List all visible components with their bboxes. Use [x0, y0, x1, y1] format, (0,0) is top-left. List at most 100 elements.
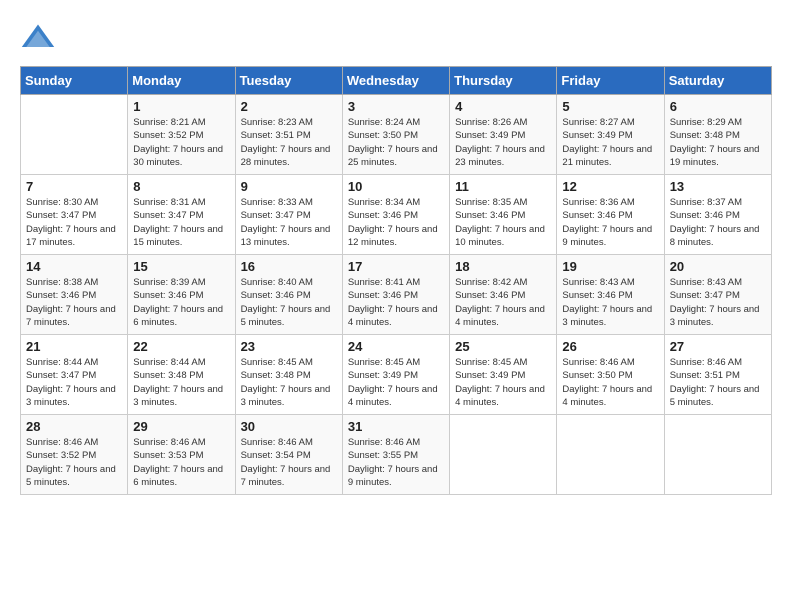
day-info: Sunrise: 8:39 AM Sunset: 3:46 PM Dayligh… [133, 276, 229, 329]
calendar-cell: 5 Sunrise: 8:27 AM Sunset: 3:49 PM Daylig… [557, 95, 664, 175]
calendar-cell: 27Sunrise: 8:46 AM Sunset: 3:51 PM Dayli… [664, 335, 771, 415]
day-number: 30 [241, 419, 337, 434]
day-number: 14 [26, 259, 122, 274]
calendar-week-row: 28 Sunrise: 8:46 AM Sunset: 3:52 PM Dayli… [21, 415, 772, 495]
day-info: Sunrise: 8:21 AM Sunset: 3:52 PM Dayligh… [133, 116, 229, 169]
calendar-cell: 24 Sunrise: 8:45 AM Sunset: 3:49 PM Dayli… [342, 335, 449, 415]
day-info: Sunrise: 8:46 AM Sunset: 3:52 PM Dayligh… [26, 436, 122, 489]
day-info: Sunrise: 8:45 AM Sunset: 3:48 PM Dayligh… [241, 356, 337, 409]
day-number: 25 [455, 339, 551, 354]
calendar-week-row: 1 Sunrise: 8:21 AM Sunset: 3:52 PM Daylig… [21, 95, 772, 175]
day-number: 6 [670, 99, 766, 114]
day-info: Sunrise: 8:31 AM Sunset: 3:47 PM Dayligh… [133, 196, 229, 249]
day-number: 19 [562, 259, 658, 274]
calendar-cell: 2 Sunrise: 8:23 AM Sunset: 3:51 PM Daylig… [235, 95, 342, 175]
day-info: Sunrise: 8:29 AM Sunset: 3:48 PM Dayligh… [670, 116, 766, 169]
calendar-cell: 10Sunrise: 8:34 AM Sunset: 3:46 PM Dayli… [342, 175, 449, 255]
calendar-cell: 23 Sunrise: 8:45 AM Sunset: 3:48 PM Dayli… [235, 335, 342, 415]
day-number: 16 [241, 259, 337, 274]
day-info: Sunrise: 8:44 AM Sunset: 3:47 PM Dayligh… [26, 356, 122, 409]
day-info: Sunrise: 8:43 AM Sunset: 3:47 PM Dayligh… [670, 276, 766, 329]
day-info: Sunrise: 8:30 AM Sunset: 3:47 PM Dayligh… [26, 196, 122, 249]
day-info: Sunrise: 8:46 AM Sunset: 3:53 PM Dayligh… [133, 436, 229, 489]
weekday-header-tuesday: Tuesday [235, 67, 342, 95]
day-number: 26 [562, 339, 658, 354]
day-info: Sunrise: 8:38 AM Sunset: 3:46 PM Dayligh… [26, 276, 122, 329]
day-info: Sunrise: 8:23 AM Sunset: 3:51 PM Dayligh… [241, 116, 337, 169]
calendar-cell: 21Sunrise: 8:44 AM Sunset: 3:47 PM Dayli… [21, 335, 128, 415]
day-number: 5 [562, 99, 658, 114]
calendar-cell: 11Sunrise: 8:35 AM Sunset: 3:46 PM Dayli… [450, 175, 557, 255]
calendar-cell: 8 Sunrise: 8:31 AM Sunset: 3:47 PM Daylig… [128, 175, 235, 255]
day-number: 22 [133, 339, 229, 354]
day-number: 11 [455, 179, 551, 194]
day-number: 20 [670, 259, 766, 274]
day-number: 24 [348, 339, 444, 354]
day-info: Sunrise: 8:40 AM Sunset: 3:46 PM Dayligh… [241, 276, 337, 329]
weekday-header-friday: Friday [557, 67, 664, 95]
calendar-cell [450, 415, 557, 495]
calendar-cell: 19 Sunrise: 8:43 AM Sunset: 3:46 PM Dayli… [557, 255, 664, 335]
day-number: 29 [133, 419, 229, 434]
day-info: Sunrise: 8:46 AM Sunset: 3:54 PM Dayligh… [241, 436, 337, 489]
weekday-header-saturday: Saturday [664, 67, 771, 95]
weekday-header-wednesday: Wednesday [342, 67, 449, 95]
calendar-week-row: 14 Sunrise: 8:38 AM Sunset: 3:46 PM Dayli… [21, 255, 772, 335]
day-info: Sunrise: 8:45 AM Sunset: 3:49 PM Dayligh… [348, 356, 444, 409]
calendar-cell: 1 Sunrise: 8:21 AM Sunset: 3:52 PM Daylig… [128, 95, 235, 175]
calendar-week-row: 21Sunrise: 8:44 AM Sunset: 3:47 PM Dayli… [21, 335, 772, 415]
day-info: Sunrise: 8:43 AM Sunset: 3:46 PM Dayligh… [562, 276, 658, 329]
weekday-header-thursday: Thursday [450, 67, 557, 95]
day-info: Sunrise: 8:42 AM Sunset: 3:46 PM Dayligh… [455, 276, 551, 329]
calendar-cell: 30 Sunrise: 8:46 AM Sunset: 3:54 PM Dayli… [235, 415, 342, 495]
day-info: Sunrise: 8:26 AM Sunset: 3:49 PM Dayligh… [455, 116, 551, 169]
day-number: 27 [670, 339, 766, 354]
day-number: 2 [241, 99, 337, 114]
calendar-cell: 13 Sunrise: 8:37 AM Sunset: 3:46 PM Dayli… [664, 175, 771, 255]
day-number: 8 [133, 179, 229, 194]
weekday-header-sunday: Sunday [21, 67, 128, 95]
calendar-cell: 6 Sunrise: 8:29 AM Sunset: 3:48 PM Daylig… [664, 95, 771, 175]
day-info: Sunrise: 8:36 AM Sunset: 3:46 PM Dayligh… [562, 196, 658, 249]
logo [20, 20, 60, 56]
calendar-cell: 12 Sunrise: 8:36 AM Sunset: 3:46 PM Dayli… [557, 175, 664, 255]
calendar-cell [664, 415, 771, 495]
weekday-header-monday: Monday [128, 67, 235, 95]
calendar-cell: 15Sunrise: 8:39 AM Sunset: 3:46 PM Dayli… [128, 255, 235, 335]
calendar-cell [21, 95, 128, 175]
day-number: 17 [348, 259, 444, 274]
calendar-cell: 14 Sunrise: 8:38 AM Sunset: 3:46 PM Dayli… [21, 255, 128, 335]
page-header [20, 20, 772, 56]
calendar-week-row: 7 Sunrise: 8:30 AM Sunset: 3:47 PM Daylig… [21, 175, 772, 255]
day-number: 13 [670, 179, 766, 194]
calendar-cell: 16 Sunrise: 8:40 AM Sunset: 3:46 PM Dayli… [235, 255, 342, 335]
calendar-cell: 29 Sunrise: 8:46 AM Sunset: 3:53 PM Dayli… [128, 415, 235, 495]
day-info: Sunrise: 8:37 AM Sunset: 3:46 PM Dayligh… [670, 196, 766, 249]
calendar-cell: 28 Sunrise: 8:46 AM Sunset: 3:52 PM Dayli… [21, 415, 128, 495]
day-number: 28 [26, 419, 122, 434]
day-number: 12 [562, 179, 658, 194]
day-number: 18 [455, 259, 551, 274]
day-number: 23 [241, 339, 337, 354]
day-number: 3 [348, 99, 444, 114]
day-info: Sunrise: 8:34 AM Sunset: 3:46 PM Dayligh… [348, 196, 444, 249]
calendar-cell: 9Sunrise: 8:33 AM Sunset: 3:47 PM Daylig… [235, 175, 342, 255]
day-info: Sunrise: 8:44 AM Sunset: 3:48 PM Dayligh… [133, 356, 229, 409]
calendar-cell: 3 Sunrise: 8:24 AM Sunset: 3:50 PM Daylig… [342, 95, 449, 175]
calendar-cell: 4Sunrise: 8:26 AM Sunset: 3:49 PM Daylig… [450, 95, 557, 175]
day-info: Sunrise: 8:27 AM Sunset: 3:49 PM Dayligh… [562, 116, 658, 169]
day-number: 7 [26, 179, 122, 194]
day-info: Sunrise: 8:24 AM Sunset: 3:50 PM Dayligh… [348, 116, 444, 169]
calendar-cell: 25Sunrise: 8:45 AM Sunset: 3:49 PM Dayli… [450, 335, 557, 415]
calendar-header-row: SundayMondayTuesdayWednesdayThursdayFrid… [21, 67, 772, 95]
day-info: Sunrise: 8:46 AM Sunset: 3:50 PM Dayligh… [562, 356, 658, 409]
day-info: Sunrise: 8:46 AM Sunset: 3:55 PM Dayligh… [348, 436, 444, 489]
calendar-cell: 7 Sunrise: 8:30 AM Sunset: 3:47 PM Daylig… [21, 175, 128, 255]
calendar-table: SundayMondayTuesdayWednesdayThursdayFrid… [20, 66, 772, 495]
day-number: 9 [241, 179, 337, 194]
day-number: 1 [133, 99, 229, 114]
calendar-cell: 31Sunrise: 8:46 AM Sunset: 3:55 PM Dayli… [342, 415, 449, 495]
day-info: Sunrise: 8:41 AM Sunset: 3:46 PM Dayligh… [348, 276, 444, 329]
calendar-cell: 18 Sunrise: 8:42 AM Sunset: 3:46 PM Dayli… [450, 255, 557, 335]
calendar-cell: 22 Sunrise: 8:44 AM Sunset: 3:48 PM Dayli… [128, 335, 235, 415]
